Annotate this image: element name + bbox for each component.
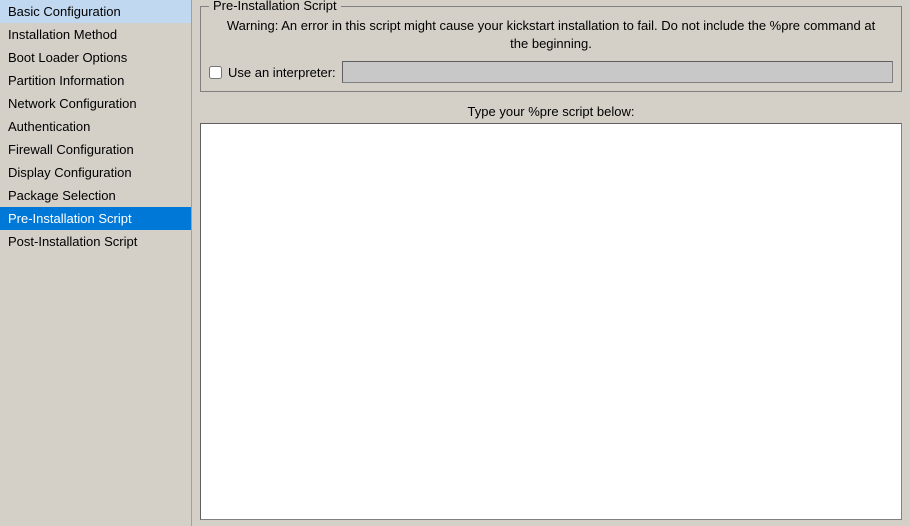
- sidebar-item-display-configuration[interactable]: Display Configuration: [0, 161, 191, 184]
- sidebar-item-basic-configuration[interactable]: Basic Configuration: [0, 0, 191, 23]
- interpreter-label: Use an interpreter:: [228, 65, 336, 80]
- sidebar-item-partition-information[interactable]: Partition Information: [0, 69, 191, 92]
- interpreter-input[interactable]: [342, 61, 893, 83]
- pre-installation-fieldset: Pre-Installation Script Warning: An erro…: [200, 6, 902, 92]
- script-textarea[interactable]: [201, 124, 901, 519]
- sidebar-item-installation-method[interactable]: Installation Method: [0, 23, 191, 46]
- sidebar-item-pre-installation-script[interactable]: Pre-Installation Script: [0, 207, 191, 230]
- sidebar-item-post-installation-script[interactable]: Post-Installation Script: [0, 230, 191, 253]
- main-content: Pre-Installation Script Warning: An erro…: [192, 0, 910, 526]
- sidebar-item-firewall-configuration[interactable]: Firewall Configuration: [0, 138, 191, 161]
- sidebar-item-boot-loader-options[interactable]: Boot Loader Options: [0, 46, 191, 69]
- sidebar-item-network-configuration[interactable]: Network Configuration: [0, 92, 191, 115]
- sidebar-item-package-selection[interactable]: Package Selection: [0, 184, 191, 207]
- sidebar: Basic ConfigurationInstallation MethodBo…: [0, 0, 192, 526]
- interpreter-row: Use an interpreter:: [209, 61, 893, 83]
- script-textarea-wrapper: [200, 123, 902, 520]
- use-interpreter-checkbox[interactable]: [209, 66, 222, 79]
- script-label: Type your %pre script below:: [200, 100, 902, 123]
- script-section: Type your %pre script below:: [200, 100, 902, 520]
- warning-text: Warning: An error in this script might c…: [209, 13, 893, 55]
- fieldset-legend: Pre-Installation Script: [209, 0, 341, 13]
- sidebar-item-authentication[interactable]: Authentication: [0, 115, 191, 138]
